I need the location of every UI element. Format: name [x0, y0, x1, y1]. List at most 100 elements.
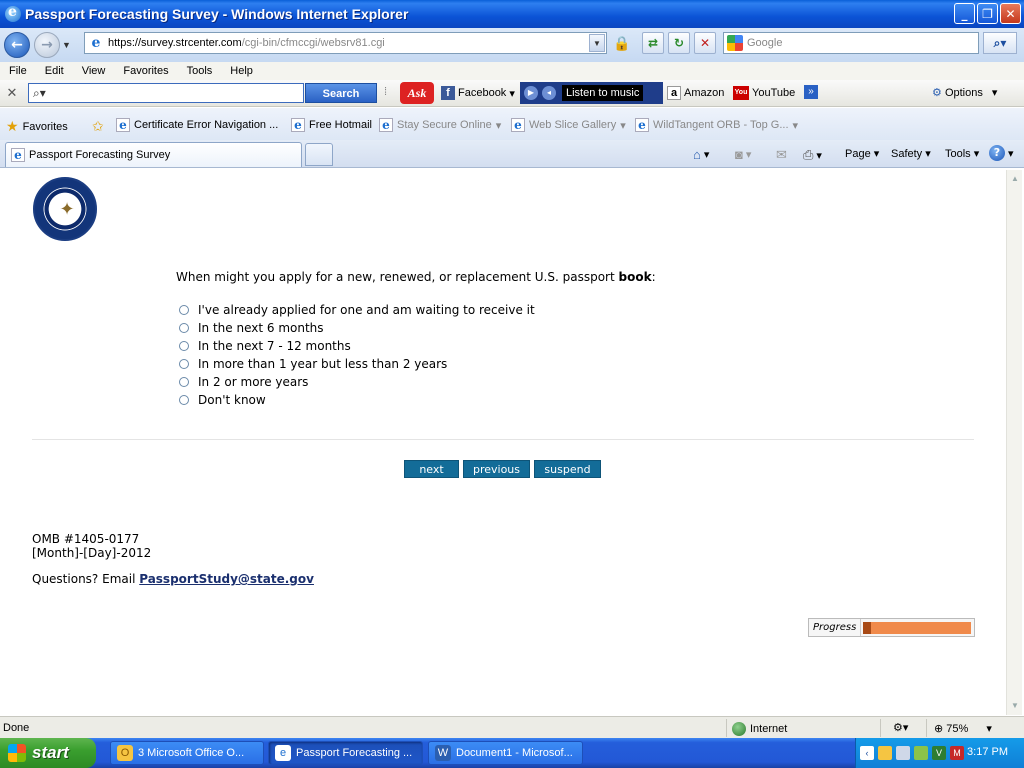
ask-logo[interactable]: Ask — [400, 82, 434, 104]
antivirus-icon[interactable]: V — [932, 746, 946, 760]
page-menu[interactable]: Page ▾ — [845, 147, 879, 161]
option-already-applied[interactable]: I've already applied for one and am wait… — [178, 301, 535, 319]
menu-file[interactable]: File — [0, 65, 36, 77]
toolbar-more-icon[interactable]: » — [804, 85, 818, 99]
stop-icon[interactable]: ✕ — [694, 32, 716, 54]
expand-tray-icon[interactable]: ‹ — [860, 746, 874, 760]
option-2-plus-years[interactable]: In 2 or more years — [178, 373, 535, 391]
chevron-down-icon: ▾ — [973, 148, 980, 160]
play-icon[interactable]: ▶ — [524, 86, 538, 100]
task-label: Document1 - Microsof... — [456, 747, 573, 759]
feeds-button[interactable]: ◙ ▾ — [735, 147, 751, 162]
compatibility-icon[interactable]: ⇄ — [642, 32, 664, 54]
back-button[interactable]: ← — [4, 32, 30, 58]
toolbar-search-button[interactable]: Search — [305, 83, 377, 103]
questions-label: Questions? Email — [32, 572, 140, 586]
option-dont-know[interactable]: Don't know — [178, 391, 535, 409]
toolbar-search-input[interactable]: ⌕▾ — [28, 83, 304, 103]
radio-button[interactable] — [179, 341, 189, 351]
network-icon[interactable] — [896, 746, 910, 760]
menu-edit[interactable]: Edit — [36, 65, 73, 77]
outlook-tray-icon[interactable] — [878, 746, 892, 760]
close-button[interactable]: ✕ — [1000, 3, 1021, 24]
chevron-down-icon: ▾ — [745, 149, 752, 161]
restore-button[interactable]: ❐ — [977, 3, 998, 24]
task-passport-survey[interactable]: e Passport Forecasting ... — [268, 741, 423, 765]
fav-item-label: Free Hotmail — [309, 119, 372, 131]
search-go-button[interactable]: ⌕▾ — [983, 32, 1017, 54]
protected-mode-icon[interactable]: ⚙▾ — [893, 721, 908, 734]
scroll-up-icon[interactable]: ▲ — [1008, 172, 1022, 186]
toolbar-options[interactable]: ⚙ Options ▾ — [932, 86, 997, 99]
option-label: In more than 1 year but less than 2 year… — [198, 357, 448, 371]
previous-button[interactable]: previous — [463, 460, 530, 478]
radio-button[interactable] — [179, 395, 189, 405]
start-button[interactable]: start — [0, 738, 96, 768]
status-text: Done — [3, 722, 30, 734]
scroll-down-icon[interactable]: ▼ — [1008, 699, 1022, 713]
history-dropdown[interactable]: ▼ — [62, 40, 74, 50]
fav-wildtangent[interactable]: e WildTangent ORB - Top G... ▾ — [635, 118, 798, 132]
task-label: Passport Forecasting ... — [296, 747, 413, 759]
add-favorites-button[interactable]: ✩ — [92, 118, 104, 135]
zoom-icon: ⊕ — [934, 723, 947, 735]
safety-menu[interactable]: Safety ▾ — [891, 147, 931, 161]
volume-icon[interactable]: ◂ — [542, 86, 556, 100]
radio-button[interactable] — [179, 305, 189, 315]
fav-web-slice-gallery[interactable]: e Web Slice Gallery ▾ — [511, 118, 626, 132]
menu-tools[interactable]: Tools — [178, 65, 222, 77]
start-label: start — [32, 743, 69, 762]
fav-free-hotmail[interactable]: e Free Hotmail — [291, 118, 372, 132]
radio-button[interactable] — [179, 377, 189, 387]
suspend-button[interactable]: suspend — [534, 460, 601, 478]
youtube-button[interactable]: You YouTube — [733, 86, 795, 100]
ie-logo-icon — [5, 4, 21, 22]
favorites-bar: ★ Favorites ✩ e Certificate Error Naviga… — [0, 108, 1024, 140]
print-button[interactable]: ⎙ ▾ — [803, 147, 822, 163]
toolbar-divider: ⁞ — [384, 86, 388, 98]
task-office[interactable]: O 3 Microsoft Office O... — [110, 741, 264, 765]
lock-icon[interactable]: 🔒 — [611, 32, 633, 54]
search-field[interactable]: Google — [723, 32, 979, 54]
next-button[interactable]: next — [404, 460, 459, 478]
taskbar: start O 3 Microsoft Office O... e Passpo… — [0, 738, 1024, 768]
tools-menu[interactable]: Tools ▾ — [945, 147, 980, 161]
menu-help[interactable]: Help — [221, 65, 262, 77]
option-1-2-years[interactable]: In more than 1 year but less than 2 year… — [178, 355, 535, 373]
page-content: ✦ When might you apply for a new, renewe… — [2, 170, 1006, 715]
music-player[interactable]: ▶ ◂ Listen to music — [520, 82, 663, 104]
home-button[interactable]: ⌂ ▾ — [693, 147, 709, 162]
new-tab-button[interactable] — [305, 143, 333, 166]
read-mail-button[interactable]: ✉ — [776, 147, 787, 163]
page-icon: e — [11, 148, 25, 162]
toolbar-close-icon[interactable]: ✕ — [0, 85, 24, 101]
minimize-button[interactable]: _ — [954, 3, 975, 24]
chevron-down-icon: ▾ — [792, 119, 799, 132]
task-document[interactable]: W Document1 - Microsof... — [428, 741, 583, 765]
fav-certificate-error[interactable]: e Certificate Error Navigation ... — [116, 118, 278, 132]
refresh-icon[interactable]: ↻ — [668, 32, 690, 54]
vertical-scrollbar[interactable]: ▲ ▼ — [1006, 170, 1022, 715]
security-zone[interactable]: Internet — [732, 722, 787, 736]
mcafee-icon[interactable]: M — [950, 746, 964, 760]
address-bar[interactable]: e https:// survey.strcenter.com /cgi-bin… — [84, 32, 607, 54]
menu-favorites[interactable]: Favorites — [114, 65, 177, 77]
facebook-button[interactable]: f Facebook ▾ — [441, 86, 515, 100]
menu-view[interactable]: View — [73, 65, 115, 77]
option-7-12-months[interactable]: In the next 7 - 12 months — [178, 337, 535, 355]
address-dropdown[interactable]: ▼ — [589, 34, 605, 52]
tab-passport-survey[interactable]: e Passport Forecasting Survey — [5, 142, 302, 167]
radio-button[interactable] — [179, 359, 189, 369]
email-link[interactable]: PassportStudy@state.gov — [139, 572, 314, 586]
favorites-button[interactable]: ★ Favorites — [6, 118, 68, 135]
fav-stay-secure[interactable]: e Stay Secure Online ▾ — [379, 118, 501, 132]
radio-button[interactable] — [179, 323, 189, 333]
zoom-level[interactable]: ⊕ 75% ▾ — [934, 722, 992, 735]
help-button[interactable]: ? ▾ — [989, 145, 1014, 161]
amazon-button[interactable]: a Amazon — [667, 86, 724, 100]
option-next-6-months[interactable]: In the next 6 months — [178, 319, 535, 337]
page-icon: e — [511, 118, 525, 132]
tools-tray-icon[interactable] — [914, 746, 928, 760]
contact-info: Questions? Email PassportStudy@state.gov — [32, 572, 314, 586]
forward-button[interactable]: → — [34, 32, 60, 58]
